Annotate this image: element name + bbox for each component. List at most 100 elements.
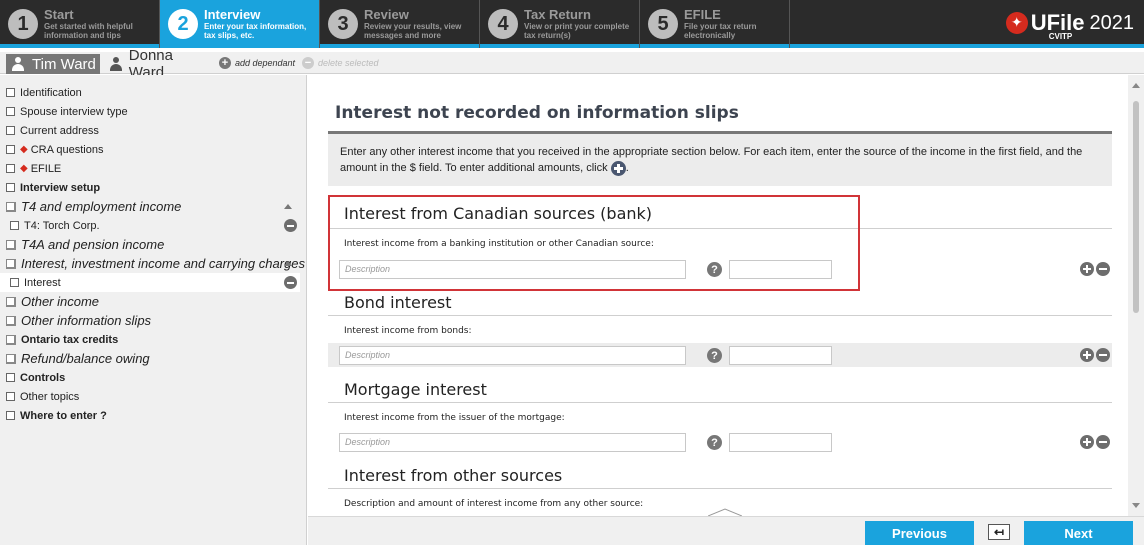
multi-page-icon [6, 315, 16, 326]
section-title: Mortgage interest [344, 380, 487, 399]
entry-row: Description ? [328, 430, 1112, 454]
checkbox-icon [6, 88, 15, 97]
sidebar-item-efile[interactable]: ◆ EFILE [0, 159, 300, 178]
instructions-line1: Enter any other interest income that you… [340, 146, 1083, 158]
description-input[interactable]: Description [339, 260, 686, 279]
step-tax-return[interactable]: 4 Tax Return View or print your complete … [480, 0, 640, 48]
description-input[interactable]: Description [339, 346, 686, 365]
amount-input[interactable] [729, 433, 832, 452]
next-button[interactable]: Next [1024, 521, 1133, 545]
ufile-logo: ✦ UFile CVITP 2021 [1005, 6, 1135, 41]
checkbox-icon [6, 145, 15, 154]
sidebar-item-label: Other information slips [21, 313, 152, 328]
sidebar-item-controls[interactable]: Controls [0, 368, 300, 387]
sidebar-item-label: EFILE [30, 162, 62, 175]
step-desc: Get started with helpful information and… [44, 22, 133, 40]
help-icon[interactable]: ? [707, 348, 722, 363]
sidebar-item-label: Ontario tax credits [21, 333, 119, 346]
sidebar-item-other-income[interactable]: Other income [0, 292, 300, 311]
add-icon: + [219, 57, 231, 69]
sidebar-item-label: Other topics [20, 390, 80, 403]
person-tab-spouse[interactable]: Donna Ward [104, 47, 204, 81]
amount-input[interactable] [729, 260, 832, 279]
sidebar-item-current-address[interactable]: Current address [0, 121, 300, 140]
amount-input[interactable] [729, 346, 832, 365]
sidebar-item-spouse-interview-type[interactable]: Spouse interview type [0, 102, 300, 121]
sidebar-item-ontario-tax-credits[interactable]: Ontario tax credits [0, 330, 300, 349]
sidebar-item-identification[interactable]: Identification [0, 83, 300, 102]
step-review[interactable]: 3 Review Review your results, view messag… [320, 0, 480, 48]
person-icon [110, 57, 122, 71]
step-desc: Review your results, view messages and m… [364, 22, 462, 40]
delete-selected-button[interactable]: − delete selected [302, 57, 379, 69]
logo-year: 2021 [1089, 11, 1135, 34]
sidebar-nav: Identification Spouse interview type Cur… [0, 83, 305, 425]
sidebar-item-interest[interactable]: Interest [0, 273, 300, 292]
collapse-up-icon[interactable] [284, 204, 292, 209]
sidebar-item-label: Controls [20, 371, 66, 384]
sidebar-item-other-topics[interactable]: Other topics [0, 387, 300, 406]
sidebar-item-t4-torch[interactable]: T4: Torch Corp. [0, 216, 300, 235]
previous-button[interactable]: Previous [865, 521, 974, 545]
sidebar-item-interview-setup[interactable]: Interview setup [0, 178, 300, 197]
help-icon[interactable]: ? [707, 262, 722, 277]
scroll-more-icon[interactable] [708, 507, 742, 516]
section-divider [328, 228, 1112, 229]
ufile-app: 1 Start Get started with helpful informat… [0, 0, 1144, 545]
scroll-up-icon[interactable] [1132, 83, 1140, 88]
remove-item-icon[interactable] [284, 276, 297, 289]
maple-leaf-icon: ◆ [20, 163, 28, 174]
multi-page-icon [6, 258, 16, 269]
add-row-icon[interactable] [1080, 348, 1094, 362]
add-row-icon[interactable] [1080, 435, 1094, 449]
person-tab-primary[interactable]: Tim Ward [6, 54, 100, 74]
remove-row-icon[interactable] [1096, 435, 1110, 449]
sidebar-item-label: Refund/balance owing [21, 351, 150, 366]
step-desc: File your tax return electronically [684, 22, 757, 40]
section-divider [328, 488, 1112, 489]
section-divider [328, 315, 1112, 316]
checkbox-icon [10, 221, 19, 230]
remove-row-icon[interactable] [1096, 262, 1110, 276]
step-title: Review [364, 7, 409, 22]
description-input[interactable]: Description [339, 433, 686, 452]
step-interview[interactable]: 2 Interview Enter your tax information, t… [160, 0, 320, 48]
vertical-scrollbar[interactable] [1128, 75, 1144, 516]
section-title: Interest from Canadian sources (bank) [344, 204, 653, 223]
step-number: 4 [488, 9, 518, 39]
sidebar-item-t4-employment[interactable]: T4 and employment income [0, 197, 300, 216]
checkbox-icon [6, 126, 15, 135]
sidebar-item-refund-balance[interactable]: Refund/balance owing [0, 349, 300, 368]
sidebar-item-where-to-enter[interactable]: Where to enter ? [0, 406, 300, 425]
delete-selected-label: delete selected [318, 58, 379, 68]
sidebar-item-label: T4: Torch Corp. [24, 219, 100, 232]
sidebar-item-label: T4A and pension income [21, 237, 165, 252]
entry-row: Description ? [328, 257, 1112, 281]
back-icon[interactable]: ↤ [988, 524, 1010, 540]
scroll-thumb[interactable] [1133, 101, 1139, 313]
checkbox-icon [6, 392, 15, 401]
sidebar-item-interest-investment[interactable]: Interest, investment income and carrying… [0, 254, 305, 273]
section-label: Interest income from a banking instituti… [344, 239, 654, 249]
entry-row: Description ? [328, 343, 1112, 367]
section-title: Bond interest [344, 293, 452, 312]
sidebar-item-t4a-pension[interactable]: T4A and pension income [0, 235, 300, 254]
scroll-down-icon[interactable] [1132, 503, 1140, 508]
checkbox-icon [6, 183, 15, 192]
person-icon [12, 57, 24, 71]
collapse-up-icon[interactable] [284, 261, 292, 266]
add-dependant-button[interactable]: + add dependant [219, 57, 295, 69]
step-efile[interactable]: 5 EFILE File your tax return electronical… [640, 0, 790, 48]
multi-page-icon [6, 201, 16, 212]
section-canadian-bank: Interest from Canadian sources (bank) In… [328, 186, 1112, 296]
help-icon[interactable]: ? [707, 435, 722, 450]
step-desc: Enter your tax information, tax slips, e… [204, 22, 307, 40]
add-row-icon[interactable] [1080, 262, 1094, 276]
remove-item-icon[interactable] [284, 219, 297, 232]
checkbox-icon [6, 411, 15, 420]
row-controls [1080, 262, 1112, 276]
remove-row-icon[interactable] [1096, 348, 1110, 362]
sidebar-item-other-information-slips[interactable]: Other information slips [0, 311, 300, 330]
sidebar-item-cra-questions[interactable]: ◆ CRA questions [0, 140, 300, 159]
step-start[interactable]: 1 Start Get started with helpful informat… [0, 0, 160, 48]
